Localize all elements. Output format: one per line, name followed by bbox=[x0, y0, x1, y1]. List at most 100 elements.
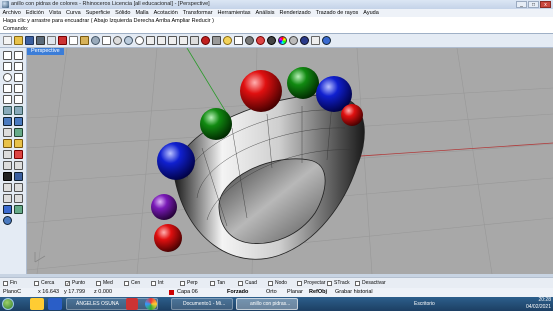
text-icon[interactable] bbox=[14, 139, 23, 148]
osnap-strack[interactable]: STrack bbox=[327, 280, 350, 286]
solid-tools-icon[interactable] bbox=[14, 117, 23, 126]
properties-icon[interactable] bbox=[47, 36, 56, 45]
osnap-checkbox[interactable] bbox=[180, 280, 185, 286]
print-icon[interactable] bbox=[36, 36, 45, 45]
render-icon[interactable] bbox=[289, 36, 298, 45]
osnap-checkbox[interactable] bbox=[297, 280, 302, 286]
menu-renderizado[interactable]: Renderizado bbox=[277, 9, 313, 17]
arc-icon[interactable] bbox=[3, 84, 12, 93]
record-history-toggle[interactable]: Grabar historial bbox=[335, 289, 373, 295]
menu-trazado-de-rayos[interactable]: Trazado de rayos bbox=[313, 9, 361, 17]
four-viewports-icon[interactable] bbox=[179, 36, 188, 45]
grid-icon[interactable] bbox=[190, 36, 199, 45]
menu-solido[interactable]: Sólido bbox=[113, 9, 133, 17]
rotate-view-icon[interactable] bbox=[124, 36, 133, 45]
group-icon[interactable] bbox=[3, 172, 12, 181]
command-line[interactable]: Comando: bbox=[0, 25, 553, 34]
surface-icon[interactable] bbox=[3, 106, 12, 115]
minimize-button[interactable]: _ bbox=[516, 1, 527, 8]
osnap-cuad[interactable]: Cuad bbox=[238, 280, 257, 286]
environment-icon[interactable] bbox=[300, 36, 309, 45]
planar-toggle[interactable]: Planar bbox=[287, 289, 303, 295]
osnap-int[interactable]: Int bbox=[151, 280, 164, 286]
osnap-checkbox[interactable] bbox=[151, 280, 156, 286]
solid-box-icon[interactable] bbox=[3, 117, 12, 126]
osnap-desactivar[interactable]: Desactivar bbox=[355, 280, 386, 286]
menu-archivo[interactable]: Archivo bbox=[0, 9, 23, 17]
menu-edicion[interactable]: Edición bbox=[23, 9, 46, 17]
line-icon[interactable] bbox=[14, 62, 23, 71]
chrome-icon[interactable] bbox=[145, 298, 157, 310]
array-icon[interactable] bbox=[14, 172, 23, 181]
osnap-checkbox[interactable] bbox=[210, 280, 215, 286]
close-button[interactable]: x bbox=[540, 1, 551, 8]
freeform-icon[interactable] bbox=[14, 95, 23, 104]
osnap-checkbox[interactable] bbox=[268, 280, 273, 286]
system-clock[interactable]: 20:28 04/02/2021 bbox=[511, 297, 551, 311]
copy-icon[interactable] bbox=[69, 36, 78, 45]
osnap-perp[interactable]: Perp bbox=[180, 280, 198, 286]
cplane-label[interactable]: PlanoC bbox=[3, 289, 21, 295]
osnap-checkbox[interactable] bbox=[3, 280, 8, 286]
sphere-icon[interactable] bbox=[3, 216, 12, 225]
car-icon[interactable] bbox=[201, 36, 210, 45]
layer-icon[interactable] bbox=[212, 36, 221, 45]
point-icon[interactable] bbox=[14, 51, 23, 60]
osnap-checkbox[interactable] bbox=[124, 280, 129, 286]
render-tools-icon[interactable] bbox=[14, 205, 23, 214]
move-icon[interactable] bbox=[3, 183, 12, 192]
app-red-icon[interactable] bbox=[126, 298, 138, 310]
osnap-cen[interactable]: Cen bbox=[124, 280, 140, 286]
menu-superficie[interactable]: Superficie bbox=[83, 9, 112, 17]
menu-analisis[interactable]: Análisis bbox=[253, 9, 277, 17]
zoom-icon[interactable] bbox=[135, 36, 144, 45]
split-icon[interactable] bbox=[14, 150, 23, 159]
shaded-sphere-icon[interactable] bbox=[245, 36, 254, 45]
menu-transformar[interactable]: Transformar bbox=[180, 9, 215, 17]
tray-desktop-label[interactable]: Escritorio bbox=[414, 301, 435, 307]
polygon-icon[interactable] bbox=[3, 95, 12, 104]
scale-icon[interactable] bbox=[14, 194, 23, 203]
properties-sheet-icon[interactable] bbox=[234, 36, 243, 45]
start-button[interactable] bbox=[2, 298, 14, 310]
perspective-viewport[interactable]: Perspective bbox=[27, 48, 553, 274]
osnap-checkbox[interactable] bbox=[327, 280, 332, 286]
viewport-canvas[interactable] bbox=[27, 48, 553, 274]
osnap-checkbox[interactable] bbox=[355, 280, 360, 286]
copy-object-icon[interactable] bbox=[14, 183, 23, 192]
open-folder-icon[interactable] bbox=[14, 36, 23, 45]
circle-icon[interactable] bbox=[3, 73, 12, 82]
extrude-icon[interactable] bbox=[14, 106, 23, 115]
pan-hand-icon[interactable] bbox=[113, 36, 122, 45]
osnap-checkbox[interactable] bbox=[96, 280, 101, 286]
menu-ayuda[interactable]: Ayuda bbox=[361, 9, 382, 17]
new-file-icon[interactable] bbox=[3, 36, 12, 45]
osnap-checkbox-checked[interactable]: ✓ bbox=[65, 280, 70, 286]
select-arrow-icon[interactable] bbox=[102, 36, 111, 45]
osnap-proyectar[interactable]: Proyectar bbox=[297, 280, 325, 286]
cut-icon[interactable] bbox=[58, 36, 67, 45]
menu-herramientas[interactable]: Herramientas bbox=[215, 9, 253, 17]
osnap-tan[interactable]: Tan bbox=[210, 280, 225, 286]
menu-acotacion[interactable]: Acotación bbox=[151, 9, 180, 17]
zoom-selected-icon[interactable] bbox=[168, 36, 177, 45]
curve-icon[interactable] bbox=[14, 73, 23, 82]
paste-icon[interactable] bbox=[80, 36, 89, 45]
viewport-tab[interactable]: Perspective bbox=[27, 48, 64, 55]
select-icon[interactable] bbox=[3, 51, 12, 60]
current-layer[interactable]: Capa 06 bbox=[177, 289, 198, 295]
pinned-app-icon[interactable] bbox=[48, 298, 62, 310]
polyline-icon[interactable] bbox=[3, 62, 12, 71]
mesh-icon[interactable] bbox=[3, 128, 12, 137]
rectangle-icon[interactable] bbox=[14, 84, 23, 93]
pinned-app-icon[interactable] bbox=[30, 298, 44, 310]
refobj-toggle[interactable]: RefObj bbox=[309, 289, 327, 295]
menu-curva[interactable]: Curva bbox=[64, 9, 84, 17]
osnap-med[interactable]: Med bbox=[96, 280, 113, 286]
join-icon[interactable] bbox=[3, 161, 12, 170]
light-bulb-icon[interactable] bbox=[223, 36, 232, 45]
osnap-checkbox[interactable] bbox=[34, 280, 39, 286]
menu-vista[interactable]: Vista bbox=[46, 9, 63, 17]
dimension-icon[interactable] bbox=[3, 139, 12, 148]
zoom-extents-icon[interactable] bbox=[157, 36, 166, 45]
